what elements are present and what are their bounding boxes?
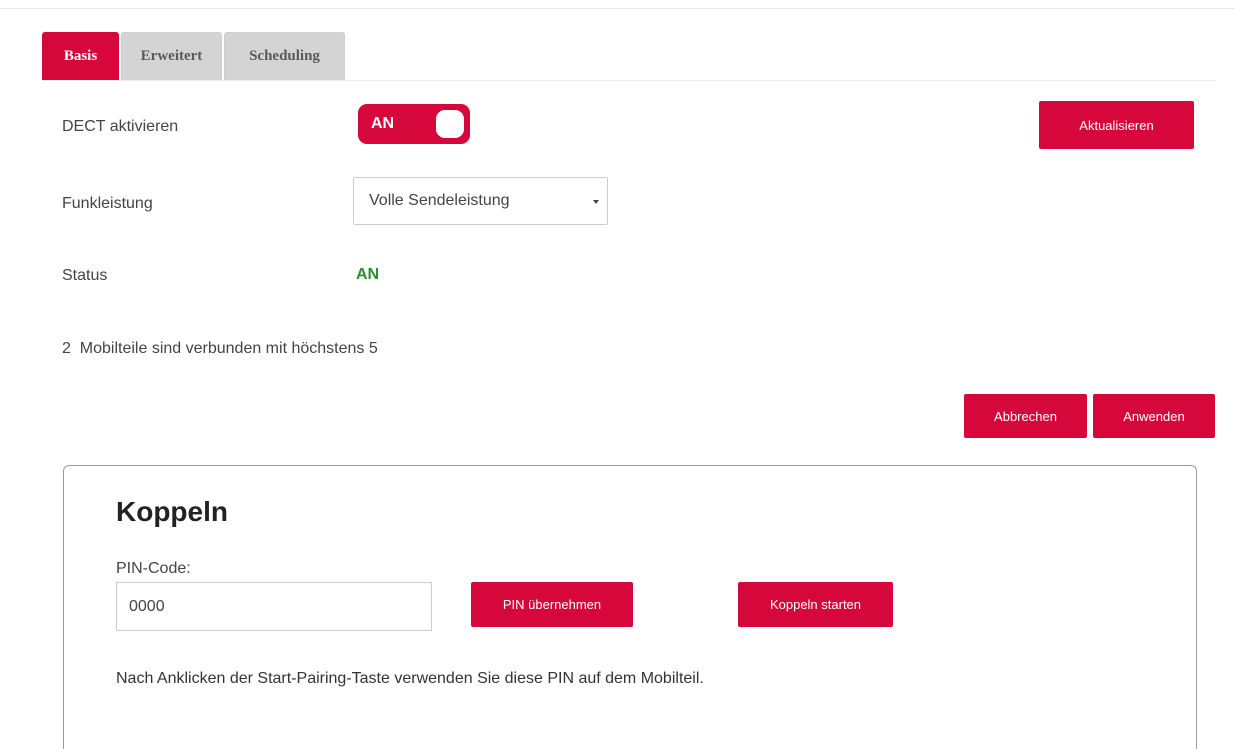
funkleistung-label: Funkleistung — [62, 195, 153, 212]
dect-enable-label: DECT aktivieren — [62, 118, 179, 135]
handsets-info: 2 Mobilteile sind verbunden mit höchsten… — [62, 340, 378, 357]
pairing-note: Nach Anklicken der Start-Pairing-Taste v… — [116, 670, 704, 687]
caret-down-icon — [593, 200, 599, 204]
tab-basis[interactable]: Basis — [42, 32, 119, 80]
status-value: AN — [356, 266, 380, 283]
cancel-button[interactable]: Abbrechen — [964, 394, 1087, 438]
dect-settings-page: Basis Erweitert Scheduling DECT aktivier… — [0, 0, 1234, 749]
refresh-button[interactable]: Aktualisieren — [1039, 101, 1194, 149]
dect-toggle[interactable]: AN — [358, 104, 470, 144]
top-divider — [0, 0, 1234, 9]
tab-bar: Basis Erweitert Scheduling — [42, 32, 347, 80]
dect-toggle-label: AN — [371, 115, 395, 132]
toggle-knob — [436, 110, 464, 138]
status-label: Status — [62, 267, 108, 284]
funkleistung-select[interactable]: Volle Sendeleistung — [353, 177, 608, 225]
apply-button[interactable]: Anwenden — [1093, 394, 1215, 438]
pairing-panel: Koppeln PIN-Code: PIN übernehmen Koppeln… — [63, 465, 1197, 749]
pin-code-label: PIN-Code: — [116, 560, 191, 577]
pin-code-input[interactable] — [116, 582, 432, 631]
start-pairing-button[interactable]: Koppeln starten — [738, 582, 893, 627]
tab-erweitert[interactable]: Erweitert — [121, 32, 222, 80]
tab-divider — [42, 80, 1216, 81]
funkleistung-selected-value: Volle Sendeleistung — [369, 192, 510, 209]
tab-scheduling[interactable]: Scheduling — [224, 32, 345, 80]
pairing-title: Koppeln — [116, 496, 228, 527]
apply-pin-button[interactable]: PIN übernehmen — [471, 582, 633, 627]
